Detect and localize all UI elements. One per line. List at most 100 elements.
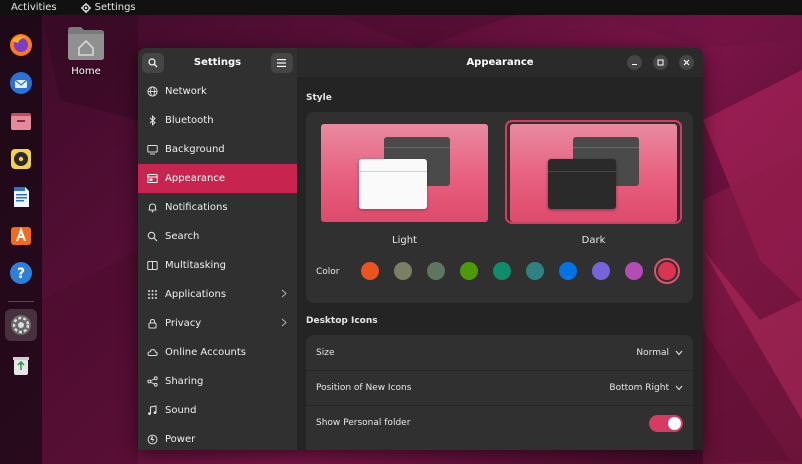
color-swatch-viridian[interactable] [493,262,511,280]
sidebar-title: Settings [193,57,242,68]
front-window-preview [359,159,427,209]
sidebar-item-power[interactable]: Power [138,425,297,450]
sidebar-item-label: Applications [165,289,227,300]
sidebar-item-multitasking[interactable]: Multitasking [138,251,297,280]
icon-size-value: Normal [636,347,669,358]
color-swatch-blue[interactable] [559,262,577,280]
sidebar-item-notifications[interactable]: Notifications [138,193,297,222]
files-icon[interactable] [5,105,37,137]
sidebar-list: Network Bluetooth Background Appearance … [138,77,297,450]
power-icon [146,434,158,446]
rhythmbox-icon[interactable] [5,143,37,175]
front-window-preview [548,159,616,209]
sidebar-item-appearance[interactable]: Appearance [138,164,297,193]
sidebar-item-label: Online Accounts [165,347,247,358]
desktop-icons-section-title: Desktop Icons [306,316,378,326]
show-personal-folder-label: Show Personal folder [316,418,411,428]
icon-size-row[interactable]: Size Normal [306,335,693,370]
settings-icon[interactable] [5,309,37,341]
chevron-down-icon [675,350,683,355]
cloud-icon [146,347,158,359]
sidebar-item-label: Notifications [165,202,228,213]
dock: ? [0,15,42,464]
bluetooth-icon [146,115,158,127]
top-bar: Activities Settings [0,0,802,15]
search-icon [146,231,158,243]
sidebar-item-label: Multitasking [165,260,226,271]
appearance-icon [146,173,158,185]
color-swatch-magenta[interactable] [625,262,643,280]
search-icon [148,57,158,67]
style-section-title: Style [306,93,332,103]
main-header: Appearance [297,48,703,77]
maximize-icon [657,59,664,66]
toggle-switch[interactable] [649,414,683,432]
sidebar-item-label: Privacy [165,318,202,329]
color-swatch-red[interactable] [654,258,680,284]
music-icon [146,405,158,417]
network-icon [146,86,158,98]
color-label: Color [316,267,340,277]
color-swatch-sage[interactable] [427,262,445,280]
color-swatch-purple[interactable] [592,262,610,280]
chevron-down-icon [675,385,683,391]
maximize-button[interactable] [653,55,668,70]
app-menu[interactable]: Settings [80,2,136,13]
minimize-icon [632,63,637,66]
sidebar-item-bluetooth[interactable]: Bluetooth [138,106,297,135]
sidebar-item-background[interactable]: Background [138,135,297,164]
app-menu-label: Settings [94,2,136,13]
home-folder-label: Home [71,66,101,77]
main-menu-button[interactable] [270,52,293,73]
sidebar-item-network[interactable]: Network [138,77,297,106]
libreoffice-writer-icon[interactable] [5,181,37,213]
dark-theme-label: Dark [581,235,606,246]
sidebar-item-search[interactable]: Search [138,222,297,251]
light-theme-preview[interactable] [321,124,488,222]
icon-position-value: Bottom Right [609,383,669,393]
help-icon[interactable]: ? [5,257,37,289]
sidebar-item-label: Background [165,144,225,155]
sidebar-item-label: Network [165,86,207,97]
activities-button[interactable]: Activities [11,2,57,13]
lock-icon [146,318,158,330]
sidebar-item-sound[interactable]: Sound [138,396,297,425]
icon-position-row[interactable]: Position of New Icons Bottom Right [306,370,693,405]
firefox-icon[interactable] [5,29,37,61]
dock-separator [8,301,34,302]
color-swatch-prussian-green[interactable] [526,262,544,280]
icon-position-dropdown[interactable]: Bottom Right [609,383,683,393]
sidebar-item-applications[interactable]: Applications [138,280,297,309]
main-panel: Appearance Style Light Dark Color Deskto… [297,48,703,450]
icon-size-dropdown[interactable]: Normal [636,348,683,358]
color-swatch-bark[interactable] [394,262,412,280]
desktop-icons-card: Size Normal Position of New Icons Bottom… [306,335,693,450]
close-icon [683,59,690,66]
show-personal-folder-toggle[interactable] [649,414,683,432]
sidebar-item-privacy[interactable]: Privacy [138,309,297,338]
color-swatch-olive[interactable] [460,262,478,280]
sidebar-item-sharing[interactable]: Sharing [138,367,297,396]
light-theme-label: Light [392,235,417,246]
trash-icon[interactable] [5,349,37,381]
toggle-knob [668,416,681,430]
sidebar-header: Settings [138,48,297,77]
thunderbird-icon[interactable] [5,67,37,99]
sidebar: Settings Network Bluetooth Background Ap… [138,48,297,450]
app-center-icon[interactable] [5,219,37,251]
search-button[interactable] [142,52,164,73]
chevron-right-icon [281,318,287,327]
home-folder-icon[interactable] [66,24,106,65]
sidebar-item-label: Power [165,434,196,445]
sidebar-item-label: Sharing [165,376,204,387]
style-card: Light Dark Color [306,112,693,303]
color-swatch-orange[interactable] [361,262,379,280]
show-personal-folder-row[interactable]: Show Personal folder [306,405,693,440]
close-button[interactable] [679,55,694,70]
sidebar-item-online-accounts[interactable]: Online Accounts [138,338,297,367]
share-icon [146,376,158,388]
apps-icon [146,289,158,301]
dark-theme-preview[interactable] [510,124,677,222]
minimize-button[interactable] [627,55,642,70]
svg-text:?: ? [17,266,25,282]
